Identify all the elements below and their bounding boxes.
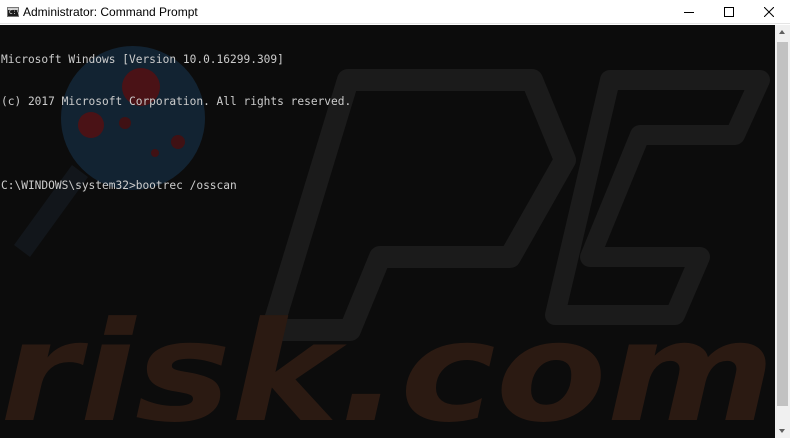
cmd-icon-glyph: C:\ <box>9 9 20 16</box>
minimize-button[interactable] <box>668 0 710 24</box>
cmd-icon[interactable]: C:\ <box>7 7 20 17</box>
console-line-version: Microsoft Windows [Version 10.0.16299.30… <box>1 53 284 66</box>
minimize-icon <box>684 12 694 13</box>
close-icon <box>764 7 774 17</box>
scroll-down-arrow-icon[interactable] <box>775 423 790 438</box>
console-text: Microsoft Windows [Version 10.0.16299.30… <box>1 25 351 221</box>
maximize-button[interactable] <box>708 0 750 24</box>
console-line-copyright: (c) 2017 Microsoft Corporation. All righ… <box>1 95 352 108</box>
maximize-icon <box>724 7 734 17</box>
vertical-scrollbar[interactable] <box>775 25 790 438</box>
scroll-thumb[interactable] <box>777 42 788 406</box>
title-bar[interactable]: C:\ Administrator: Command Prompt <box>0 0 790 24</box>
console-line-command[interactable]: C:\WINDOWS\system32>bootrec /osscan <box>1 179 351 193</box>
console-line-blank <box>1 137 351 151</box>
scroll-up-arrow-icon[interactable] <box>775 25 790 40</box>
window-title: Administrator: Command Prompt <box>23 5 198 19</box>
watermark-text: risk.com <box>0 292 775 438</box>
close-button[interactable] <box>748 0 790 24</box>
console-output[interactable]: risk.com Microsoft Windows [Version 10.0… <box>0 25 775 438</box>
